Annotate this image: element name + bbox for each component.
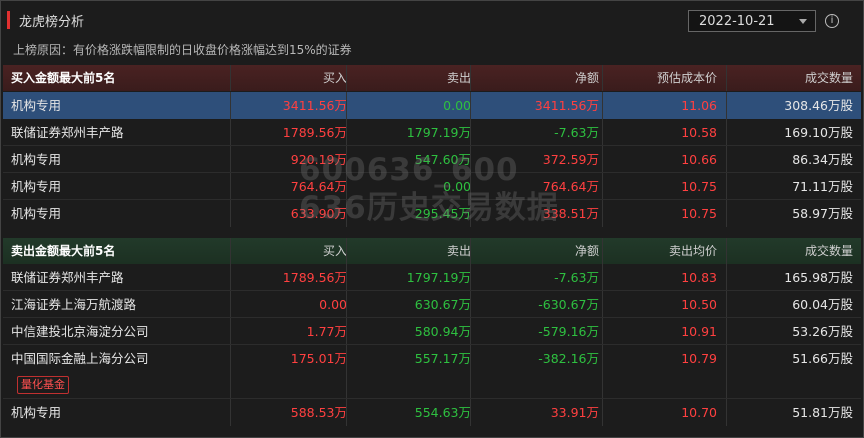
- volume: 86.34万股: [792, 152, 853, 167]
- table-row[interactable]: 机构专用 3411.56万 0.00 3411.56万 11.06 308.46…: [3, 92, 861, 119]
- col-header-net[interactable]: 净额: [471, 65, 599, 91]
- table-row[interactable]: 江海证券上海万航渡路 0.00 630.67万 -630.67万 10.50 6…: [3, 291, 861, 318]
- col-header-volume[interactable]: 成交数量: [727, 238, 853, 264]
- seat-name[interactable]: 联储证券郑州丰产路: [11, 264, 211, 291]
- seat-name[interactable]: 联储证券郑州丰产路: [11, 119, 211, 146]
- col-header-sell[interactable]: 卖出: [347, 238, 471, 264]
- seat-name[interactable]: 江海证券上海万航渡路: [11, 291, 211, 318]
- net-amount: 764.64万: [542, 179, 599, 194]
- avg-sell-price: 10.91: [681, 324, 717, 339]
- volume: 165.98万股: [784, 270, 853, 285]
- avg-sell-price: 10.79: [681, 351, 717, 366]
- panel-header: 龙虎榜分析 2022-10-21 i: [1, 1, 863, 37]
- col-header-name: 买入金额最大前5名: [11, 71, 116, 85]
- seat-name[interactable]: 机构专用: [11, 200, 211, 227]
- sell-amount: 0.00: [443, 98, 471, 113]
- seat-name[interactable]: 机构专用: [11, 173, 211, 200]
- seat-name[interactable]: 中信建投北京海淀分公司: [11, 318, 211, 345]
- net-amount: -630.67万: [538, 297, 599, 312]
- sell-amount: 557.17万: [414, 351, 471, 366]
- seat-name[interactable]: 中国国际金融上海分公司: [11, 345, 211, 372]
- sell-amount: 1797.19万: [406, 270, 471, 285]
- buy-amount: 633.90万: [290, 206, 347, 221]
- col-header-volume[interactable]: 成交数量: [727, 65, 853, 91]
- net-amount: 3411.56万: [534, 98, 599, 113]
- est-cost: 10.75: [681, 206, 717, 221]
- volume: 51.81万股: [792, 405, 853, 420]
- col-header-buy[interactable]: 买入: [231, 238, 347, 264]
- table-row[interactable]: 机构专用 920.19万 547.60万 372.59万 10.66 86.34…: [3, 146, 861, 173]
- est-cost: 10.75: [681, 179, 717, 194]
- volume: 308.46万股: [784, 98, 853, 113]
- buy-amount: 1789.56万: [282, 270, 347, 285]
- title-accent-bar: [7, 11, 10, 29]
- col-header-price[interactable]: 卖出均价: [603, 238, 717, 264]
- net-amount: -7.63万: [554, 125, 599, 140]
- quant-fund-badge: 量化基金: [17, 376, 69, 394]
- table-row[interactable]: 联储证券郑州丰产路 1789.56万 1797.19万 -7.63万 10.83…: [3, 264, 861, 291]
- col-header-price[interactable]: 预估成本价: [603, 65, 717, 91]
- net-amount: -382.16万: [538, 351, 599, 366]
- table-row[interactable]: 中信建投北京海淀分公司 1.77万 580.94万 -579.16万 10.91…: [3, 318, 861, 345]
- net-amount: 338.51万: [542, 206, 599, 221]
- buy-amount: 0.00: [319, 297, 347, 312]
- volume: 58.97万股: [792, 206, 853, 221]
- sell-amount: 0.00: [443, 179, 471, 194]
- seat-name[interactable]: 机构专用: [11, 399, 211, 426]
- sell-amount: 580.94万: [414, 324, 471, 339]
- avg-sell-price: 10.70: [681, 405, 717, 420]
- listing-reason: 上榜原因：有价格涨跌幅限制的日收盘价格涨幅达到15%的证券: [13, 43, 352, 57]
- table-row[interactable]: 机构专用 588.53万 554.63万 33.91万 10.70 51.81万…: [3, 399, 861, 426]
- buy-amount: 1.77万: [306, 324, 347, 339]
- volume: 71.11万股: [792, 179, 853, 194]
- avg-sell-price: 10.83: [681, 270, 717, 285]
- seat-name[interactable]: 机构专用: [11, 146, 211, 173]
- net-amount: 372.59万: [542, 152, 599, 167]
- buy-amount: 920.19万: [290, 152, 347, 167]
- table-row[interactable]: 机构专用 633.90万 295.45万 338.51万 10.75 58.97…: [3, 200, 861, 227]
- net-amount: -7.63万: [554, 270, 599, 285]
- est-cost: 10.66: [681, 152, 717, 167]
- buy-amount: 1789.56万: [282, 125, 347, 140]
- chevron-down-icon: [799, 19, 807, 24]
- buy-amount: 3411.56万: [282, 98, 347, 113]
- avg-sell-price: 10.50: [681, 297, 717, 312]
- volume: 60.04万股: [792, 297, 853, 312]
- panel-title: 龙虎榜分析: [19, 15, 85, 30]
- sell-section-header: 卖出金额最大前5名 买入 卖出 净额 卖出均价 成交数量: [3, 238, 861, 264]
- buy-section-header: 买入金额最大前5名 买入 卖出 净额 预估成本价 成交数量: [3, 65, 861, 91]
- date-select[interactable]: 2022-10-21: [688, 10, 816, 32]
- volume: 169.10万股: [784, 125, 853, 140]
- sell-amount: 554.63万: [414, 405, 471, 420]
- table-row[interactable]: 中国国际金融上海分公司 175.01万 557.17万 -382.16万 10.…: [3, 345, 861, 399]
- net-amount: 33.91万: [550, 405, 599, 420]
- sell-amount: 547.60万: [414, 152, 471, 167]
- volume: 53.26万股: [792, 324, 853, 339]
- date-value: 2022-10-21: [699, 14, 775, 29]
- buy-amount: 764.64万: [290, 179, 347, 194]
- col-header-name: 卖出金额最大前5名: [11, 244, 116, 258]
- sell-amount: 1797.19万: [406, 125, 471, 140]
- col-header-buy[interactable]: 买入: [231, 65, 347, 91]
- seat-name[interactable]: 机构专用: [11, 92, 211, 119]
- table-row[interactable]: 联储证券郑州丰产路 1789.56万 1797.19万 -7.63万 10.58…: [3, 119, 861, 146]
- sell-amount: 295.45万: [414, 206, 471, 221]
- lhb-panel: 龙虎榜分析 2022-10-21 i 上榜原因：有价格涨跌幅限制的日收盘价格涨幅…: [0, 0, 864, 438]
- table-row[interactable]: 机构专用 764.64万 0.00 764.64万 10.75 71.11万股: [3, 173, 861, 200]
- net-amount: -579.16万: [538, 324, 599, 339]
- info-icon[interactable]: i: [825, 14, 839, 28]
- col-header-net[interactable]: 净额: [471, 238, 599, 264]
- est-cost: 11.06: [681, 98, 717, 113]
- col-header-sell[interactable]: 卖出: [347, 65, 471, 91]
- buy-amount: 175.01万: [290, 351, 347, 366]
- sell-amount: 630.67万: [414, 297, 471, 312]
- est-cost: 10.58: [681, 125, 717, 140]
- buy-amount: 588.53万: [290, 405, 347, 420]
- volume: 51.66万股: [792, 351, 853, 366]
